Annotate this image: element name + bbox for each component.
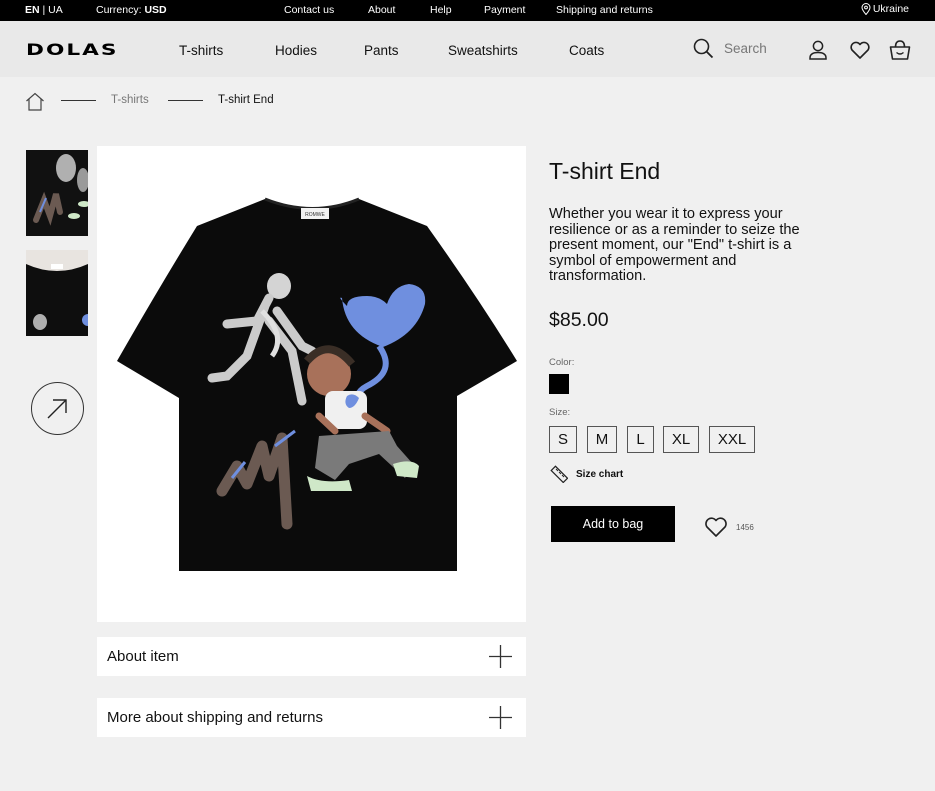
main-header: DOLAS T-shirts Hodies Pants Sweatshirts … <box>0 21 935 77</box>
arrow-up-right-icon <box>47 399 67 419</box>
currency-selector[interactable]: Currency: USD <box>96 4 167 16</box>
expand-image-button[interactable] <box>31 382 84 435</box>
size-chart-link[interactable]: Size chart <box>550 465 623 483</box>
search-box[interactable]: Search <box>693 38 767 59</box>
wishlist-icon[interactable] <box>848 38 872 62</box>
nav-hodies[interactable]: Hodies <box>275 43 317 58</box>
size-chart-label: Size chart <box>576 468 624 480</box>
accordion-about-item[interactable]: About item <box>97 637 526 676</box>
size-option-l[interactable]: L <box>627 426 654 453</box>
plus-icon[interactable] <box>489 645 512 668</box>
size-option-xxl[interactable]: XXL <box>709 426 755 453</box>
wishlist-count: 1456 <box>736 522 754 532</box>
add-to-bag-button[interactable]: Add to bag <box>551 506 675 542</box>
nav-sweatshirts[interactable]: Sweatshirts <box>448 43 518 58</box>
accordion-title: More about shipping and returns <box>107 709 323 726</box>
tshirt-image: ROMWE <box>117 197 517 571</box>
top-bar: EN | UA Currency: USD Contact us About H… <box>0 0 935 21</box>
nav-coats[interactable]: Coats <box>569 43 604 58</box>
heart-icon[interactable] <box>703 515 729 539</box>
lang-en[interactable]: EN <box>25 4 40 16</box>
accordion-title: About item <box>107 648 179 665</box>
lang-separator: | <box>42 4 46 16</box>
language-switcher[interactable]: EN | UA <box>25 4 63 16</box>
thumbnail-image <box>26 150 88 236</box>
currency-value[interactable]: USD <box>144 4 166 16</box>
account-icon[interactable] <box>807 38 829 62</box>
breadcrumb-current: T-shirt End <box>218 94 274 106</box>
accordion-shipping-returns[interactable]: More about shipping and returns <box>97 698 526 737</box>
plus-icon[interactable] <box>489 706 512 729</box>
size-option-xl[interactable]: XL <box>663 426 699 453</box>
color-swatch-black[interactable] <box>549 374 569 394</box>
color-label: Color: <box>549 357 575 368</box>
size-option-m[interactable]: M <box>587 426 617 453</box>
lang-ua[interactable]: UA <box>48 4 63 16</box>
home-icon[interactable] <box>25 92 45 111</box>
link-shipping-returns[interactable]: Shipping and returns <box>556 4 653 16</box>
region-label: Ukraine <box>872 3 909 15</box>
nav-tshirts[interactable]: T-shirts <box>179 43 223 58</box>
breadcrumb-separator <box>168 100 203 101</box>
product-main-image[interactable]: ROMWE <box>97 146 526 622</box>
link-help[interactable]: Help <box>430 4 452 16</box>
product-description: Whether you wear it to express your resi… <box>549 206 800 285</box>
currency-label: Currency: <box>96 4 142 16</box>
link-payment[interactable]: Payment <box>484 4 525 16</box>
product-title: T-shirt End <box>549 158 661 184</box>
region-selector[interactable]: Ukraine <box>861 3 909 15</box>
shopping-bag-icon[interactable] <box>888 38 912 62</box>
brand-logo[interactable]: DOLAS <box>26 40 118 59</box>
size-label: Size: <box>549 407 571 418</box>
product-price: $85.00 <box>549 309 609 331</box>
product-wishlist[interactable]: 1456 <box>703 515 754 539</box>
link-about[interactable]: About <box>368 4 395 16</box>
thumbnail-2[interactable] <box>26 250 88 336</box>
search-icon[interactable] <box>693 38 714 59</box>
search-input[interactable]: Search <box>724 41 767 56</box>
garment-tag: ROMWE <box>305 212 325 218</box>
thumbnail-1[interactable] <box>26 150 88 236</box>
ruler-icon <box>550 465 568 483</box>
breadcrumb-separator <box>61 100 96 101</box>
location-pin-icon <box>861 3 871 15</box>
nav-pants[interactable]: Pants <box>364 43 399 58</box>
breadcrumb-category[interactable]: T-shirts <box>111 94 149 106</box>
thumbnail-image <box>26 250 88 336</box>
link-contact-us[interactable]: Contact us <box>284 4 334 16</box>
size-option-s[interactable]: S <box>549 426 577 453</box>
